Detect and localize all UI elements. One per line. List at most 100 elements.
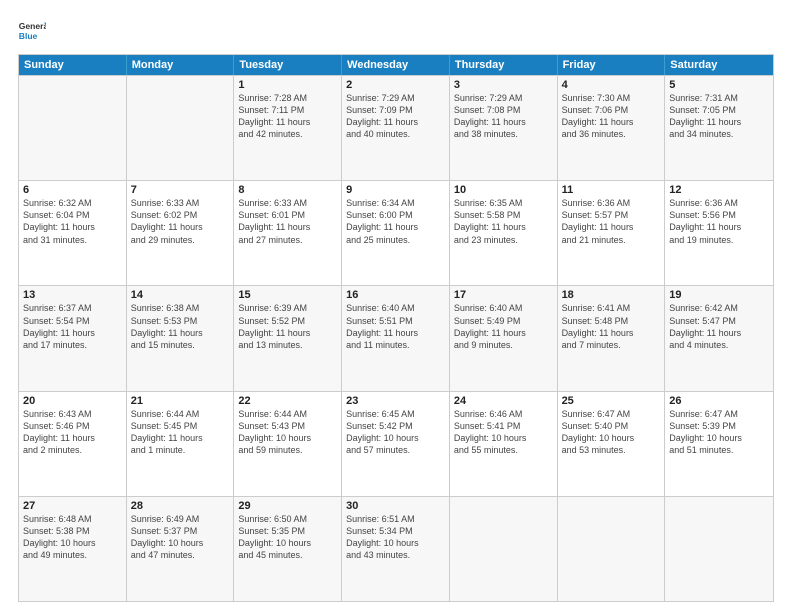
- calendar-row: 20Sunrise: 6:43 AM Sunset: 5:46 PM Dayli…: [19, 391, 773, 496]
- calendar-cell: 15Sunrise: 6:39 AM Sunset: 5:52 PM Dayli…: [234, 286, 342, 390]
- day-number: 14: [131, 289, 230, 301]
- svg-text:Blue: Blue: [19, 31, 38, 41]
- day-number: 1: [238, 79, 337, 91]
- calendar-cell: 6Sunrise: 6:32 AM Sunset: 6:04 PM Daylig…: [19, 181, 127, 285]
- day-info: Sunrise: 6:47 AM Sunset: 5:39 PM Dayligh…: [669, 408, 769, 457]
- calendar-cell: 22Sunrise: 6:44 AM Sunset: 5:43 PM Dayli…: [234, 392, 342, 496]
- calendar-cell: 24Sunrise: 6:46 AM Sunset: 5:41 PM Dayli…: [450, 392, 558, 496]
- calendar-cell: 25Sunrise: 6:47 AM Sunset: 5:40 PM Dayli…: [558, 392, 666, 496]
- day-info: Sunrise: 6:36 AM Sunset: 5:56 PM Dayligh…: [669, 197, 769, 246]
- day-number: 17: [454, 289, 553, 301]
- calendar-cell: 23Sunrise: 6:45 AM Sunset: 5:42 PM Dayli…: [342, 392, 450, 496]
- calendar-cell: 9Sunrise: 6:34 AM Sunset: 6:00 PM Daylig…: [342, 181, 450, 285]
- calendar-cell: 10Sunrise: 6:35 AM Sunset: 5:58 PM Dayli…: [450, 181, 558, 285]
- calendar-cell: 7Sunrise: 6:33 AM Sunset: 6:02 PM Daylig…: [127, 181, 235, 285]
- day-number: 25: [562, 395, 661, 407]
- day-number: 13: [23, 289, 122, 301]
- calendar-cell: 16Sunrise: 6:40 AM Sunset: 5:51 PM Dayli…: [342, 286, 450, 390]
- day-info: Sunrise: 6:50 AM Sunset: 5:35 PM Dayligh…: [238, 513, 337, 562]
- day-info: Sunrise: 6:44 AM Sunset: 5:43 PM Dayligh…: [238, 408, 337, 457]
- day-number: 2: [346, 79, 445, 91]
- calendar-row: 6Sunrise: 6:32 AM Sunset: 6:04 PM Daylig…: [19, 180, 773, 285]
- day-number: 27: [23, 500, 122, 512]
- day-number: 6: [23, 184, 122, 196]
- calendar: SundayMondayTuesdayWednesdayThursdayFrid…: [18, 54, 774, 602]
- calendar-cell: 20Sunrise: 6:43 AM Sunset: 5:46 PM Dayli…: [19, 392, 127, 496]
- calendar-body: 1Sunrise: 7:28 AM Sunset: 7:11 PM Daylig…: [19, 75, 773, 601]
- calendar-header-cell: Friday: [558, 55, 666, 75]
- day-info: Sunrise: 6:44 AM Sunset: 5:45 PM Dayligh…: [131, 408, 230, 457]
- day-info: Sunrise: 7:30 AM Sunset: 7:06 PM Dayligh…: [562, 92, 661, 141]
- calendar-cell: 3Sunrise: 7:29 AM Sunset: 7:08 PM Daylig…: [450, 76, 558, 180]
- day-number: 5: [669, 79, 769, 91]
- calendar-cell: [19, 76, 127, 180]
- day-info: Sunrise: 6:35 AM Sunset: 5:58 PM Dayligh…: [454, 197, 553, 246]
- day-info: Sunrise: 7:29 AM Sunset: 7:09 PM Dayligh…: [346, 92, 445, 141]
- day-info: Sunrise: 6:45 AM Sunset: 5:42 PM Dayligh…: [346, 408, 445, 457]
- calendar-row: 1Sunrise: 7:28 AM Sunset: 7:11 PM Daylig…: [19, 75, 773, 180]
- day-number: 28: [131, 500, 230, 512]
- day-info: Sunrise: 7:31 AM Sunset: 7:05 PM Dayligh…: [669, 92, 769, 141]
- logo: General Blue: [18, 18, 46, 46]
- calendar-row: 27Sunrise: 6:48 AM Sunset: 5:38 PM Dayli…: [19, 496, 773, 601]
- day-info: Sunrise: 6:51 AM Sunset: 5:34 PM Dayligh…: [346, 513, 445, 562]
- calendar-cell: 13Sunrise: 6:37 AM Sunset: 5:54 PM Dayli…: [19, 286, 127, 390]
- day-info: Sunrise: 6:48 AM Sunset: 5:38 PM Dayligh…: [23, 513, 122, 562]
- day-info: Sunrise: 7:29 AM Sunset: 7:08 PM Dayligh…: [454, 92, 553, 141]
- calendar-cell: 14Sunrise: 6:38 AM Sunset: 5:53 PM Dayli…: [127, 286, 235, 390]
- calendar-cell: 12Sunrise: 6:36 AM Sunset: 5:56 PM Dayli…: [665, 181, 773, 285]
- day-info: Sunrise: 6:39 AM Sunset: 5:52 PM Dayligh…: [238, 302, 337, 351]
- calendar-cell: 8Sunrise: 6:33 AM Sunset: 6:01 PM Daylig…: [234, 181, 342, 285]
- calendar-cell: 27Sunrise: 6:48 AM Sunset: 5:38 PM Dayli…: [19, 497, 127, 601]
- day-info: Sunrise: 6:49 AM Sunset: 5:37 PM Dayligh…: [131, 513, 230, 562]
- calendar-cell: 29Sunrise: 6:50 AM Sunset: 5:35 PM Dayli…: [234, 497, 342, 601]
- svg-text:General: General: [19, 21, 46, 31]
- day-number: 23: [346, 395, 445, 407]
- calendar-header-cell: Wednesday: [342, 55, 450, 75]
- calendar-cell: [558, 497, 666, 601]
- day-info: Sunrise: 6:43 AM Sunset: 5:46 PM Dayligh…: [23, 408, 122, 457]
- calendar-cell: [665, 497, 773, 601]
- day-number: 3: [454, 79, 553, 91]
- calendar-cell: 26Sunrise: 6:47 AM Sunset: 5:39 PM Dayli…: [665, 392, 773, 496]
- day-info: Sunrise: 6:33 AM Sunset: 6:02 PM Dayligh…: [131, 197, 230, 246]
- day-number: 4: [562, 79, 661, 91]
- day-number: 20: [23, 395, 122, 407]
- day-number: 29: [238, 500, 337, 512]
- day-info: Sunrise: 7:28 AM Sunset: 7:11 PM Dayligh…: [238, 92, 337, 141]
- calendar-cell: 1Sunrise: 7:28 AM Sunset: 7:11 PM Daylig…: [234, 76, 342, 180]
- calendar-header-cell: Saturday: [665, 55, 773, 75]
- day-number: 24: [454, 395, 553, 407]
- calendar-cell: 30Sunrise: 6:51 AM Sunset: 5:34 PM Dayli…: [342, 497, 450, 601]
- calendar-cell: 17Sunrise: 6:40 AM Sunset: 5:49 PM Dayli…: [450, 286, 558, 390]
- day-number: 26: [669, 395, 769, 407]
- day-number: 16: [346, 289, 445, 301]
- calendar-header-cell: Sunday: [19, 55, 127, 75]
- day-info: Sunrise: 6:46 AM Sunset: 5:41 PM Dayligh…: [454, 408, 553, 457]
- calendar-cell: 5Sunrise: 7:31 AM Sunset: 7:05 PM Daylig…: [665, 76, 773, 180]
- day-info: Sunrise: 6:40 AM Sunset: 5:51 PM Dayligh…: [346, 302, 445, 351]
- day-info: Sunrise: 6:40 AM Sunset: 5:49 PM Dayligh…: [454, 302, 553, 351]
- header: General Blue: [18, 18, 774, 46]
- day-number: 11: [562, 184, 661, 196]
- day-number: 9: [346, 184, 445, 196]
- calendar-cell: 11Sunrise: 6:36 AM Sunset: 5:57 PM Dayli…: [558, 181, 666, 285]
- calendar-cell: 28Sunrise: 6:49 AM Sunset: 5:37 PM Dayli…: [127, 497, 235, 601]
- calendar-header: SundayMondayTuesdayWednesdayThursdayFrid…: [19, 55, 773, 75]
- calendar-row: 13Sunrise: 6:37 AM Sunset: 5:54 PM Dayli…: [19, 285, 773, 390]
- day-info: Sunrise: 6:34 AM Sunset: 6:00 PM Dayligh…: [346, 197, 445, 246]
- day-number: 22: [238, 395, 337, 407]
- logo-icon: General Blue: [18, 18, 46, 46]
- calendar-header-cell: Monday: [127, 55, 235, 75]
- calendar-cell: 18Sunrise: 6:41 AM Sunset: 5:48 PM Dayli…: [558, 286, 666, 390]
- day-info: Sunrise: 6:33 AM Sunset: 6:01 PM Dayligh…: [238, 197, 337, 246]
- calendar-cell: [127, 76, 235, 180]
- day-number: 21: [131, 395, 230, 407]
- day-info: Sunrise: 6:38 AM Sunset: 5:53 PM Dayligh…: [131, 302, 230, 351]
- day-info: Sunrise: 6:32 AM Sunset: 6:04 PM Dayligh…: [23, 197, 122, 246]
- day-number: 8: [238, 184, 337, 196]
- day-info: Sunrise: 6:41 AM Sunset: 5:48 PM Dayligh…: [562, 302, 661, 351]
- calendar-cell: [450, 497, 558, 601]
- calendar-cell: 2Sunrise: 7:29 AM Sunset: 7:09 PM Daylig…: [342, 76, 450, 180]
- day-info: Sunrise: 6:36 AM Sunset: 5:57 PM Dayligh…: [562, 197, 661, 246]
